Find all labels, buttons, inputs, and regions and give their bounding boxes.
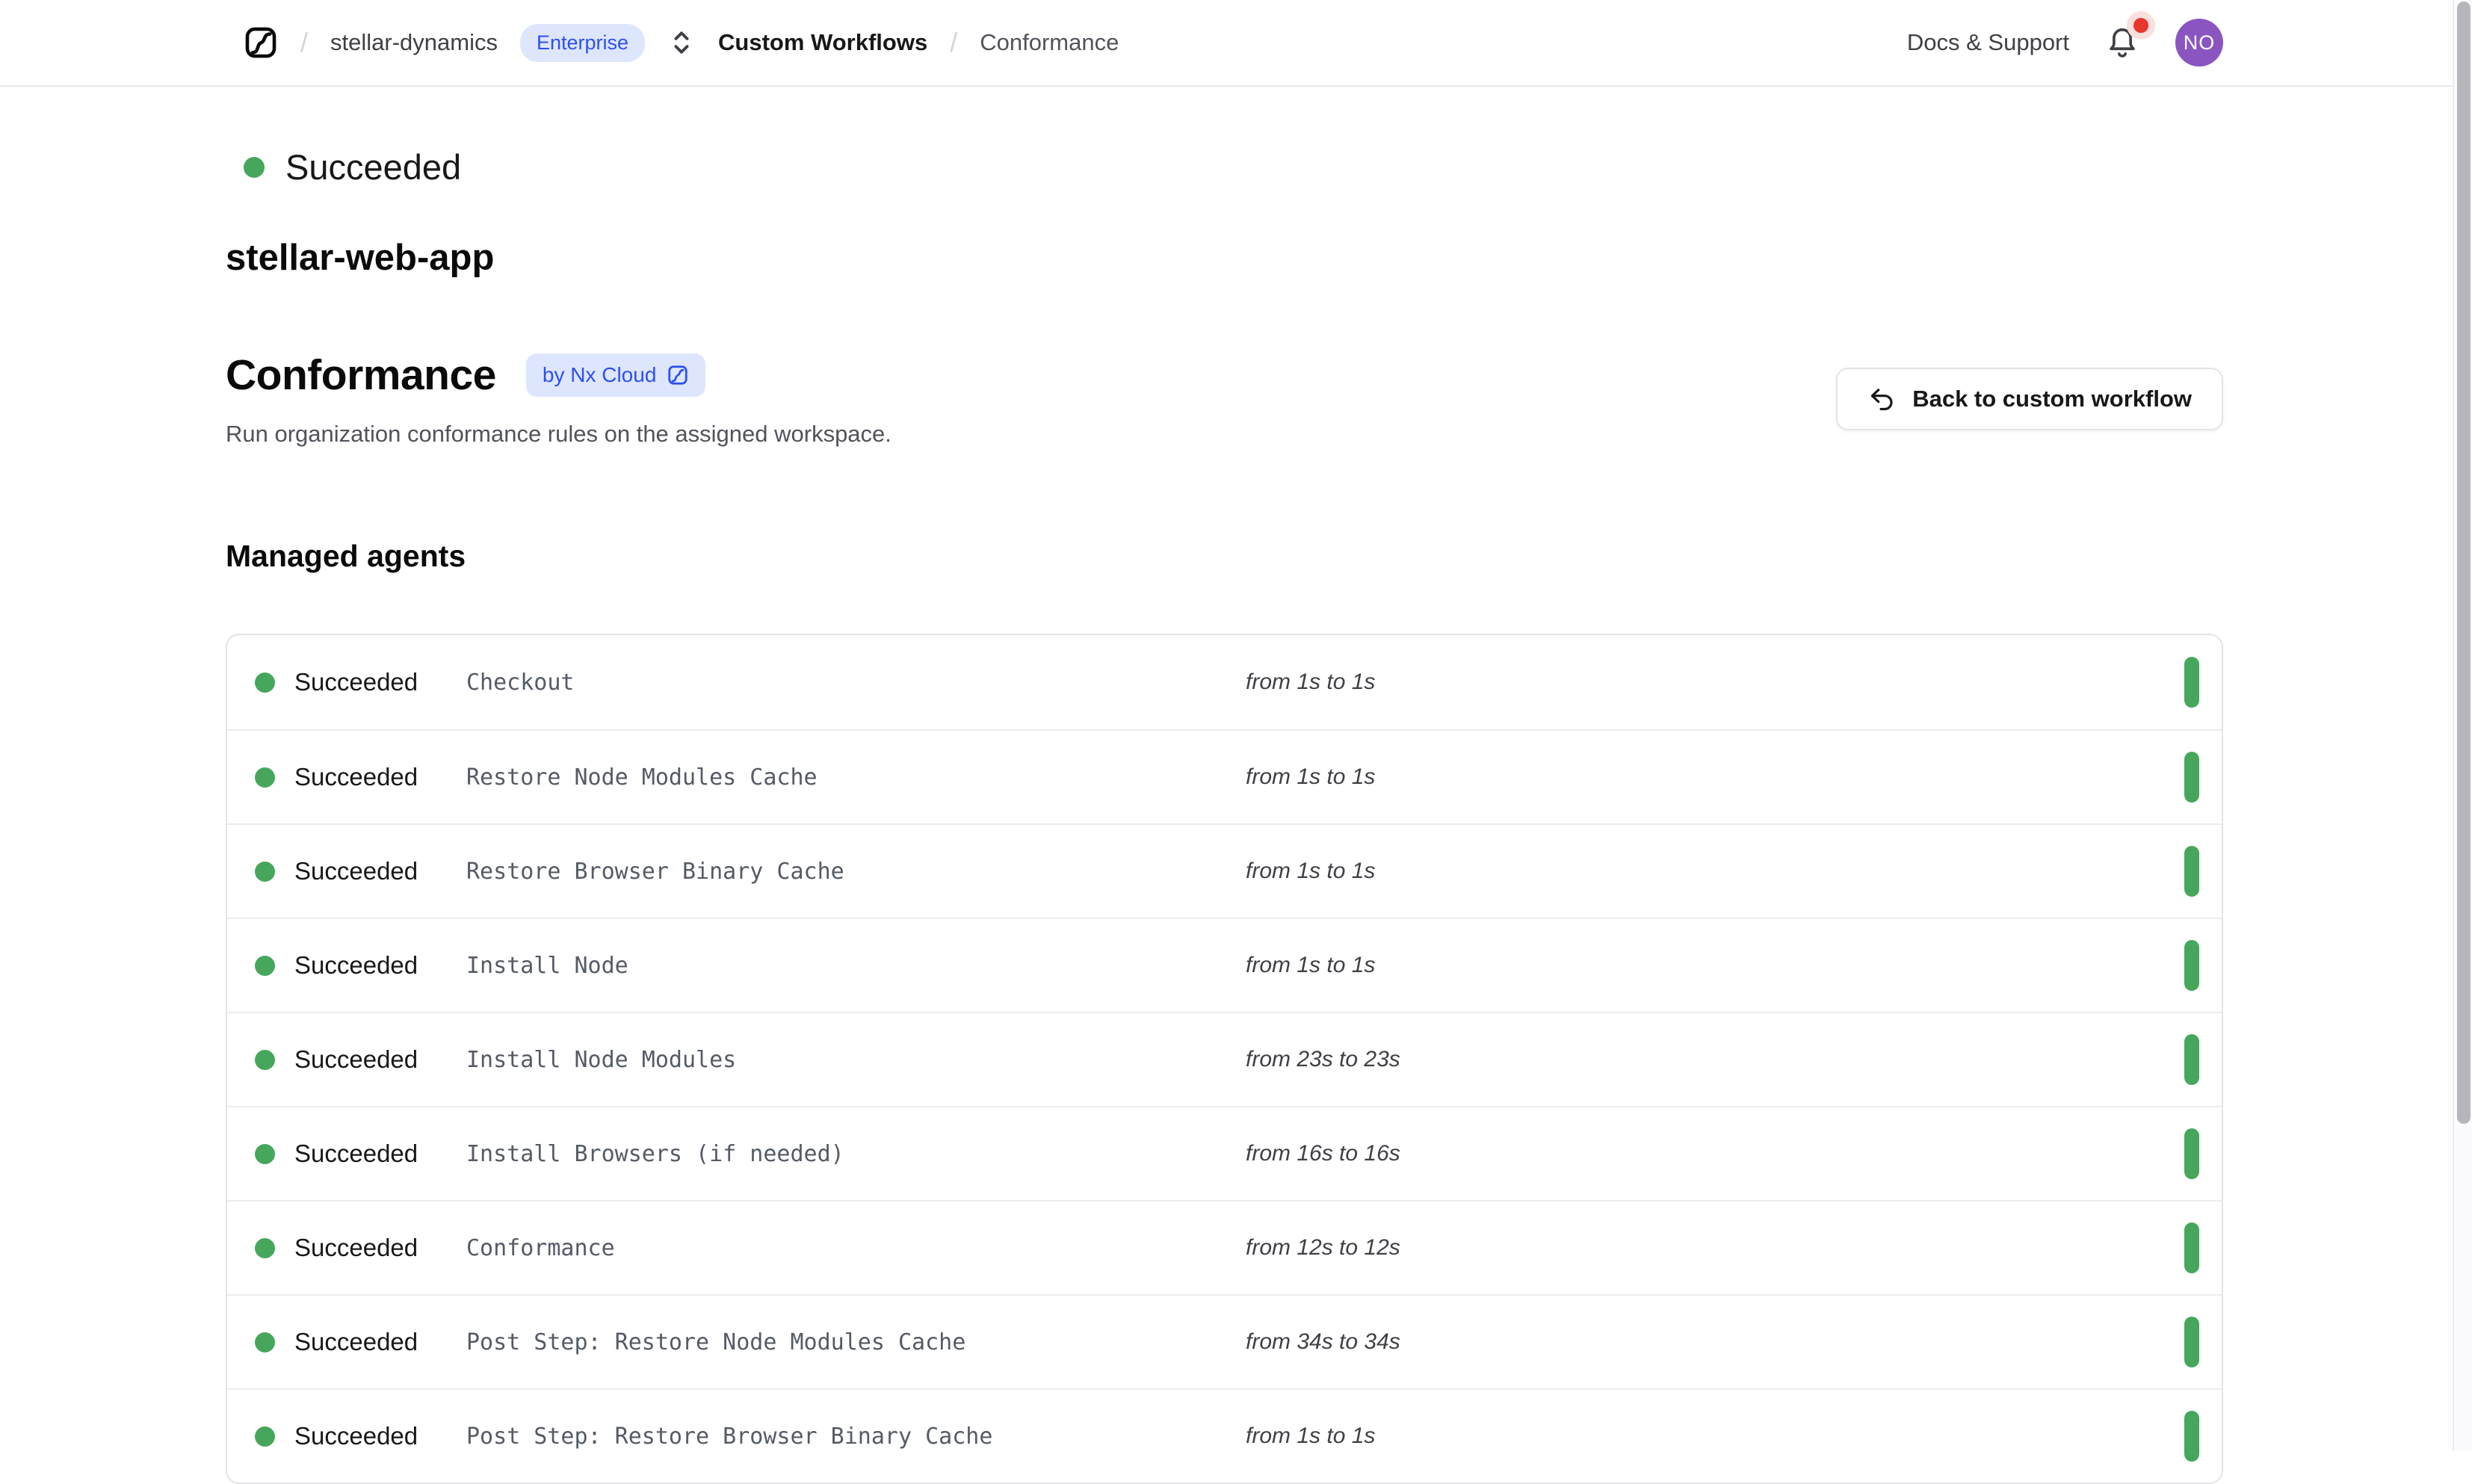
breadcrumb: / stellar-dynamics Enterprise Custom Wor… bbox=[244, 24, 1119, 62]
step-name: Conformance bbox=[466, 1235, 1246, 1261]
run-status: Succeeded bbox=[226, 146, 2223, 188]
breadcrumb-separator: / bbox=[300, 27, 308, 58]
step-status-dot-icon bbox=[255, 1238, 275, 1258]
scrollbar-thumb[interactable] bbox=[2457, 1, 2471, 1124]
step-status: Succeeded bbox=[294, 668, 466, 696]
breadcrumb-conformance: Conformance bbox=[980, 29, 1119, 56]
step-timeline-bar bbox=[2184, 1317, 2199, 1367]
notification-badge bbox=[2133, 18, 2148, 33]
step-timeline-bar bbox=[2184, 940, 2199, 991]
step-row[interactable]: Succeeded Post Step: Restore Node Module… bbox=[227, 1294, 2222, 1388]
step-status: Succeeded bbox=[294, 1328, 466, 1356]
step-timeline-bar bbox=[2184, 846, 2199, 897]
step-row[interactable]: Succeeded Install Node from 1s to 1s bbox=[227, 918, 2222, 1012]
main-content: Succeeded stellar-web-app Conformance by… bbox=[0, 146, 2472, 1484]
step-status-dot-icon bbox=[255, 1426, 275, 1447]
step-timeline-bar bbox=[2184, 1128, 2199, 1179]
workflow-section-header: Conformance by Nx Cloud Run organization… bbox=[226, 350, 2223, 448]
steps-list: Succeeded Checkout from 1s to 1s Succeed… bbox=[226, 634, 2223, 1484]
step-timeline-bar bbox=[2184, 1222, 2199, 1273]
step-duration: from 1s to 1s bbox=[1246, 670, 2184, 695]
step-timeline-bar bbox=[2184, 1034, 2199, 1085]
notifications-bell-icon[interactable] bbox=[2105, 24, 2139, 61]
step-timeline-bar bbox=[2184, 752, 2199, 803]
step-row[interactable]: Succeeded Install Browsers (if needed) f… bbox=[227, 1106, 2222, 1200]
step-status-dot-icon bbox=[255, 956, 275, 976]
step-status: Succeeded bbox=[294, 1234, 466, 1262]
step-status: Succeeded bbox=[294, 763, 466, 791]
step-row[interactable]: Succeeded Restore Browser Binary Cache f… bbox=[227, 823, 2222, 918]
run-status-label: Succeeded bbox=[285, 146, 461, 188]
by-nx-cloud-badge[interactable]: by Nx Cloud bbox=[526, 353, 706, 397]
step-status-dot-icon bbox=[255, 767, 275, 788]
workflow-title: Conformance bbox=[226, 350, 496, 400]
step-name: Install Node bbox=[466, 953, 1246, 979]
step-duration: from 1s to 1s bbox=[1246, 764, 2184, 790]
page-title: stellar-web-app bbox=[226, 237, 2223, 279]
avatar[interactable]: NO bbox=[2175, 19, 2223, 67]
step-name: Checkout bbox=[466, 670, 1246, 696]
step-status-dot-icon bbox=[255, 673, 275, 693]
back-to-custom-workflow-button[interactable]: Back to custom workflow bbox=[1836, 368, 2223, 430]
step-timeline-bar bbox=[2184, 657, 2199, 708]
step-row[interactable]: Succeeded Conformance from 12s to 12s bbox=[227, 1200, 2222, 1294]
step-name: Restore Node Modules Cache bbox=[466, 764, 1246, 791]
status-dot-icon bbox=[244, 157, 265, 178]
step-status-dot-icon bbox=[255, 1332, 275, 1352]
step-row[interactable]: Succeeded Install Node Modules from 23s … bbox=[227, 1012, 2222, 1106]
header-actions: Docs & Support NO bbox=[1907, 19, 2223, 67]
step-duration: from 16s to 16s bbox=[1246, 1141, 2184, 1166]
top-navigation-bar: / stellar-dynamics Enterprise Custom Wor… bbox=[0, 0, 2472, 87]
nx-cloud-logo[interactable] bbox=[244, 25, 278, 60]
step-status-dot-icon bbox=[255, 1144, 275, 1164]
step-status-dot-icon bbox=[255, 862, 275, 882]
step-duration: from 34s to 34s bbox=[1246, 1329, 2184, 1355]
step-row[interactable]: Succeeded Checkout from 1s to 1s bbox=[227, 635, 2222, 729]
step-duration: from 23s to 23s bbox=[1246, 1047, 2184, 1072]
step-status: Succeeded bbox=[294, 951, 466, 980]
step-name: Restore Browser Binary Cache bbox=[466, 859, 1246, 885]
step-name: Post Step: Restore Node Modules Cache bbox=[466, 1329, 1246, 1355]
step-name: Post Step: Restore Browser Binary Cache bbox=[466, 1423, 1246, 1450]
step-duration: from 1s to 1s bbox=[1246, 953, 2184, 978]
step-status-dot-icon bbox=[255, 1050, 275, 1070]
step-row[interactable]: Succeeded Post Step: Restore Browser Bin… bbox=[227, 1388, 2222, 1483]
step-duration: from 1s to 1s bbox=[1246, 859, 2184, 884]
docs-support-link[interactable]: Docs & Support bbox=[1907, 29, 2069, 56]
step-name: Install Browsers (if needed) bbox=[466, 1141, 1246, 1167]
step-status: Succeeded bbox=[294, 1045, 466, 1074]
step-timeline-bar bbox=[2184, 1411, 2199, 1462]
step-duration: from 12s to 12s bbox=[1246, 1235, 2184, 1261]
breadcrumb-org[interactable]: stellar-dynamics bbox=[330, 29, 498, 56]
by-nx-cloud-label: by Nx Cloud bbox=[543, 365, 657, 386]
step-status: Succeeded bbox=[294, 1422, 466, 1450]
managed-agents-heading: Managed agents bbox=[226, 539, 2223, 574]
nx-cloud-badge-icon bbox=[667, 364, 689, 386]
step-status: Succeeded bbox=[294, 1140, 466, 1168]
workspace-switcher-icon[interactable] bbox=[667, 28, 696, 58]
step-status: Succeeded bbox=[294, 857, 466, 885]
back-button-label: Back to custom workflow bbox=[1912, 386, 2192, 412]
undo-arrow-icon bbox=[1867, 385, 1896, 413]
step-row[interactable]: Succeeded Restore Node Modules Cache fro… bbox=[227, 729, 2222, 823]
step-name: Install Node Modules bbox=[466, 1047, 1246, 1073]
breadcrumb-custom-workflows[interactable]: Custom Workflows bbox=[718, 29, 927, 56]
breadcrumb-separator: / bbox=[950, 27, 957, 58]
step-duration: from 1s to 1s bbox=[1246, 1423, 2184, 1449]
enterprise-badge: Enterprise bbox=[520, 24, 645, 62]
scrollbar-track bbox=[2453, 0, 2472, 1451]
